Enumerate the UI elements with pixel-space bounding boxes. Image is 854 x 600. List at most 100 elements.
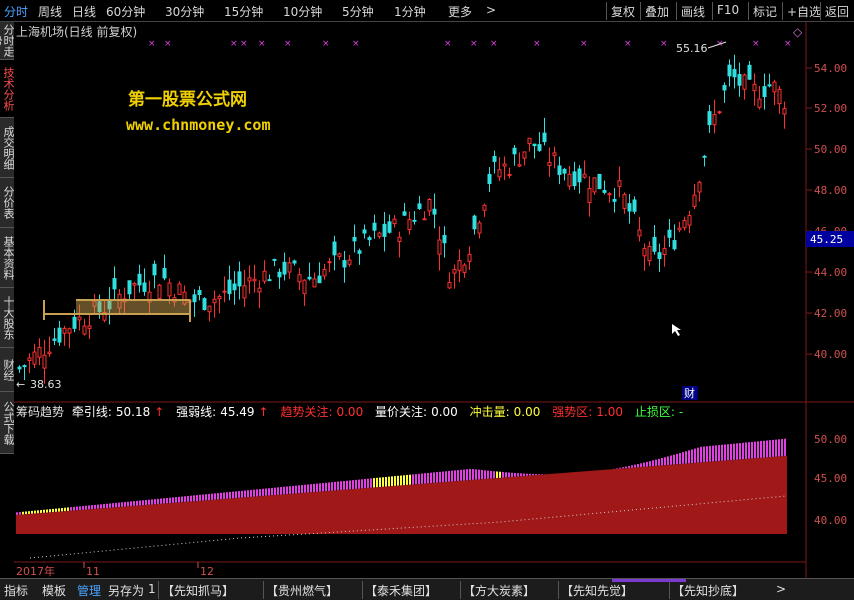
histogram-top-bar <box>34 510 36 514</box>
histogram-base-bar <box>415 484 418 534</box>
divider <box>558 581 559 599</box>
scroll-thumb[interactable] <box>612 579 686 582</box>
histogram-base-bar <box>772 456 775 534</box>
formula-tab-6[interactable]: 【先知抄底】 <box>672 582 744 599</box>
candle-body <box>407 219 412 231</box>
add-watchlist-button[interactable]: +自选 <box>782 2 825 20</box>
histogram-base-bar <box>148 504 151 534</box>
histogram-top-bar <box>427 472 429 484</box>
histogram-top-bar <box>409 474 411 485</box>
formula-tab-5[interactable]: 【先知先觉】 <box>561 582 633 599</box>
histogram-base-bar <box>358 488 361 534</box>
candle-body <box>447 281 452 289</box>
histogram-base-bar <box>736 459 739 534</box>
histogram-base-bar <box>472 479 475 534</box>
tab-30min[interactable]: 30分钟 <box>165 3 204 20</box>
adjust-button[interactable]: 复权 <box>606 2 639 20</box>
mark-button[interactable]: 标记 <box>748 2 781 20</box>
signal-marker-icon: × <box>148 39 156 49</box>
tab-intraday[interactable]: 分时 <box>4 3 28 20</box>
histogram-top-bar <box>28 511 30 514</box>
candle-body <box>232 283 237 291</box>
histogram-base-bar <box>403 485 406 534</box>
histogram-base-bar <box>25 514 28 534</box>
candle-body <box>487 173 492 185</box>
histogram-top-bar <box>298 485 300 494</box>
support-band <box>43 299 191 322</box>
indicator-name[interactable]: 筹码趋势 <box>16 405 64 419</box>
f10-button[interactable]: F10 <box>712 2 743 20</box>
signal-marker-icon: × <box>470 39 478 49</box>
histogram-base-bar <box>505 477 508 534</box>
tab-1min[interactable]: 1分钟 <box>394 3 426 20</box>
indicator-tick-label: 50.00 <box>814 433 847 446</box>
candle-body <box>47 351 52 355</box>
tab-60min[interactable]: 60分钟 <box>106 3 145 20</box>
histogram-base-bar <box>514 476 517 534</box>
histogram-top-bar <box>751 441 753 459</box>
histogram-base-bar <box>745 458 748 534</box>
histogram-base-bar <box>379 486 382 534</box>
template-tab[interactable]: 模板 <box>42 582 66 599</box>
tab-daily[interactable]: 日线 <box>72 3 96 20</box>
histogram-top-bar <box>181 496 183 503</box>
overlay-button[interactable]: 叠加 <box>640 2 673 20</box>
histogram-top-bar <box>226 492 228 499</box>
histogram-base-bar <box>652 466 655 534</box>
draw-line-button[interactable]: 画线 <box>676 2 709 20</box>
tab-10min[interactable]: 10分钟 <box>283 3 322 20</box>
histogram-top-bar <box>616 468 618 469</box>
histogram-base-bar <box>271 495 274 534</box>
scroll-right-icon[interactable]: > <box>776 582 786 596</box>
formula-tab-2[interactable]: 【贵州燃气】 <box>266 582 338 599</box>
histogram-top-bar <box>88 505 90 510</box>
histogram-base-bar <box>406 484 409 534</box>
kline-chart[interactable]: 54.00 52.00 50.00 48.00 46.00 44.00 42.0… <box>0 22 854 578</box>
save-as-tab[interactable]: 另存为 <box>108 582 144 599</box>
histogram-base-bar <box>109 507 112 534</box>
histogram-base-bar <box>61 511 64 534</box>
tab-weekly[interactable]: 周线 <box>38 3 62 20</box>
histogram-base-bar <box>529 475 532 534</box>
histogram-base-bar <box>568 472 571 534</box>
histogram-top-bar <box>253 489 255 497</box>
histogram-top-bar <box>529 473 531 476</box>
histogram-top-bar <box>160 498 162 504</box>
corner-diamond-icon[interactable]: ◇ <box>793 25 803 39</box>
histogram-base-bar <box>682 463 685 534</box>
histogram-top-bar <box>472 469 474 480</box>
histogram-top-bar <box>514 472 516 477</box>
candle-body <box>602 190 607 193</box>
histogram-top-bar <box>343 480 345 490</box>
tab-5min[interactable]: 5分钟 <box>342 3 374 20</box>
histogram-top-bar <box>505 472 507 478</box>
histogram-base-bar <box>496 477 499 534</box>
formula-tab-4[interactable]: 【方大炭素】 <box>463 582 535 599</box>
indicator-tab[interactable]: 指标 <box>4 582 28 599</box>
tab-more[interactable]: 更多 <box>448 3 472 20</box>
signal-marker-icon: × <box>258 39 266 49</box>
page-number[interactable]: 1 <box>148 582 156 596</box>
histogram-base-bar <box>160 503 163 534</box>
histogram-top-bar <box>112 503 114 508</box>
histogram-top-bar <box>229 491 231 499</box>
histogram-base-bar <box>343 489 346 534</box>
candle-body <box>432 208 437 215</box>
candle-body <box>592 177 597 193</box>
histogram-base-bar <box>376 487 379 534</box>
manage-tab[interactable]: 管理 <box>77 582 101 599</box>
histogram-top-bar <box>757 441 759 458</box>
back-button[interactable]: 返回 <box>820 2 853 20</box>
histogram-base-bar <box>31 513 34 534</box>
histogram-base-bar <box>613 469 616 534</box>
x-axis-label: 11 <box>86 565 100 578</box>
candle-body <box>577 168 582 183</box>
histogram-top-bar <box>277 487 279 495</box>
histogram-top-bar <box>676 453 678 465</box>
histogram-base-bar <box>130 506 133 534</box>
more-arrow-icon[interactable]: > <box>486 3 496 17</box>
tab-15min[interactable]: 15分钟 <box>224 3 263 20</box>
formula-tab-3[interactable]: 【泰禾集团】 <box>365 582 437 599</box>
formula-tab-1[interactable]: 【先知抓马】 <box>162 582 234 599</box>
candle-body <box>707 111 712 126</box>
